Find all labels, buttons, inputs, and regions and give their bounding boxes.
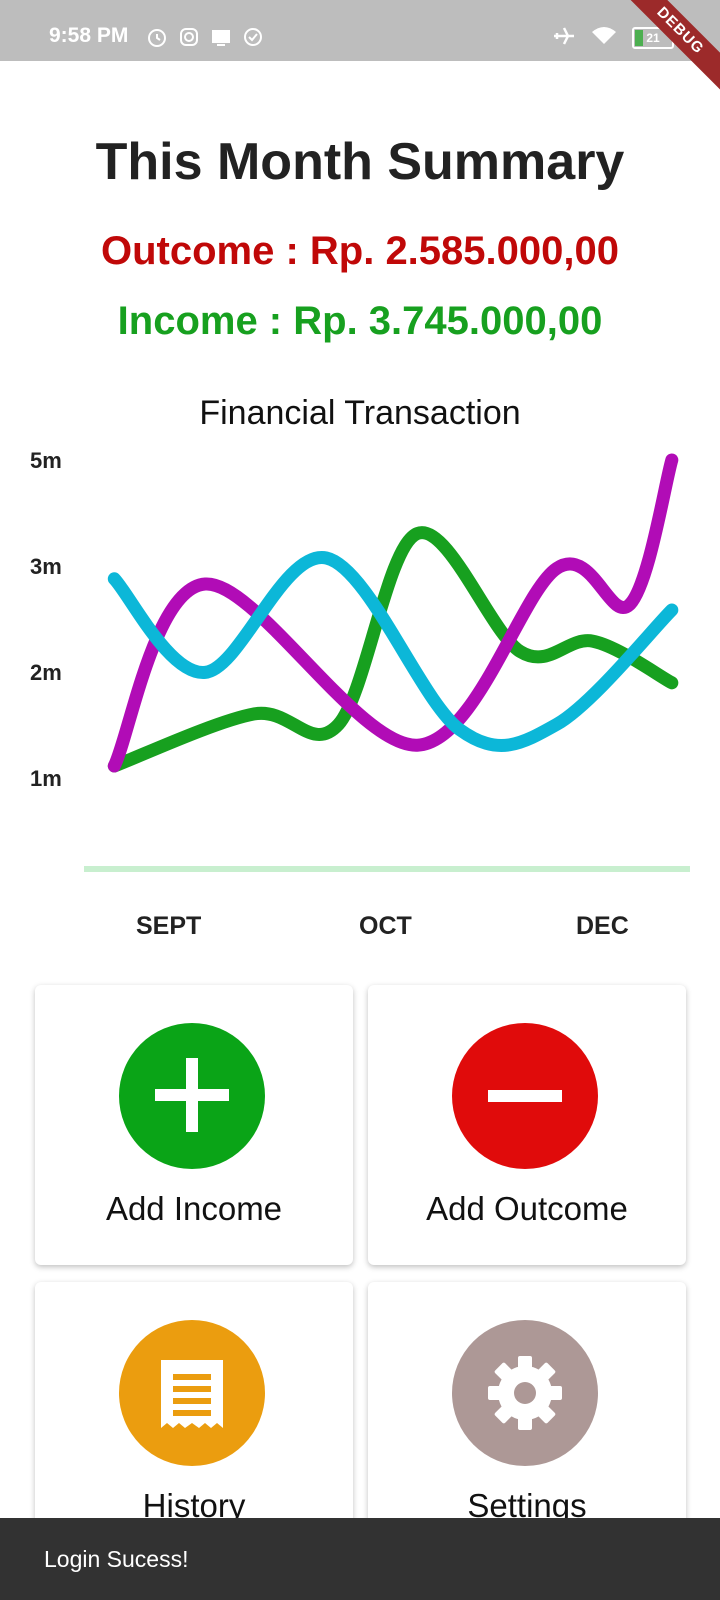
add-income-button[interactable]: Add Income (35, 985, 353, 1265)
alarm-icon (146, 26, 168, 48)
screen-icon (210, 26, 232, 48)
history-circle (119, 1320, 265, 1466)
x-tick-label: SEPT (136, 912, 202, 940)
status-bar: 9:58 PM 21 DEBUG (0, 0, 720, 104)
chart-title: Financial Transaction (199, 394, 521, 432)
income-total: Income : Rp. 3.745.000,00 (117, 299, 603, 343)
chart-baseline (84, 866, 690, 872)
add-outcome-circle (452, 1023, 598, 1169)
line-chart (84, 453, 690, 872)
gear-icon (488, 1356, 562, 1430)
snackbar-message: Login Sucess! (44, 1546, 189, 1572)
snackbar: Login Sucess! (0, 1518, 720, 1600)
status-notification-icons (146, 26, 264, 48)
status-system-icons: 21 (552, 24, 674, 51)
x-tick-label: OCT (359, 912, 412, 940)
instagram-icon (178, 26, 200, 48)
page-title: This Month Summary (95, 133, 625, 191)
plus-icon (155, 1058, 229, 1132)
sync-icon (242, 26, 264, 48)
add-outcome-label: Add Outcome (426, 1190, 628, 1227)
chart-series-line-2 (107, 453, 679, 773)
x-tick-label: DEC (576, 912, 629, 940)
debug-banner: DEBUG (607, 0, 720, 104)
minus-icon (488, 1090, 562, 1102)
add-income-circle (119, 1023, 265, 1169)
add-outcome-button[interactable]: Add Outcome (368, 985, 686, 1265)
status-time: 9:58 PM (49, 24, 129, 47)
wifi-icon (590, 24, 618, 51)
receipt-icon (161, 1360, 223, 1428)
outcome-total: Outcome : Rp. 2.585.000,00 (100, 229, 619, 273)
add-income-label: Add Income (105, 1190, 283, 1227)
settings-circle (452, 1320, 598, 1466)
airplane-mode-icon (552, 24, 576, 51)
